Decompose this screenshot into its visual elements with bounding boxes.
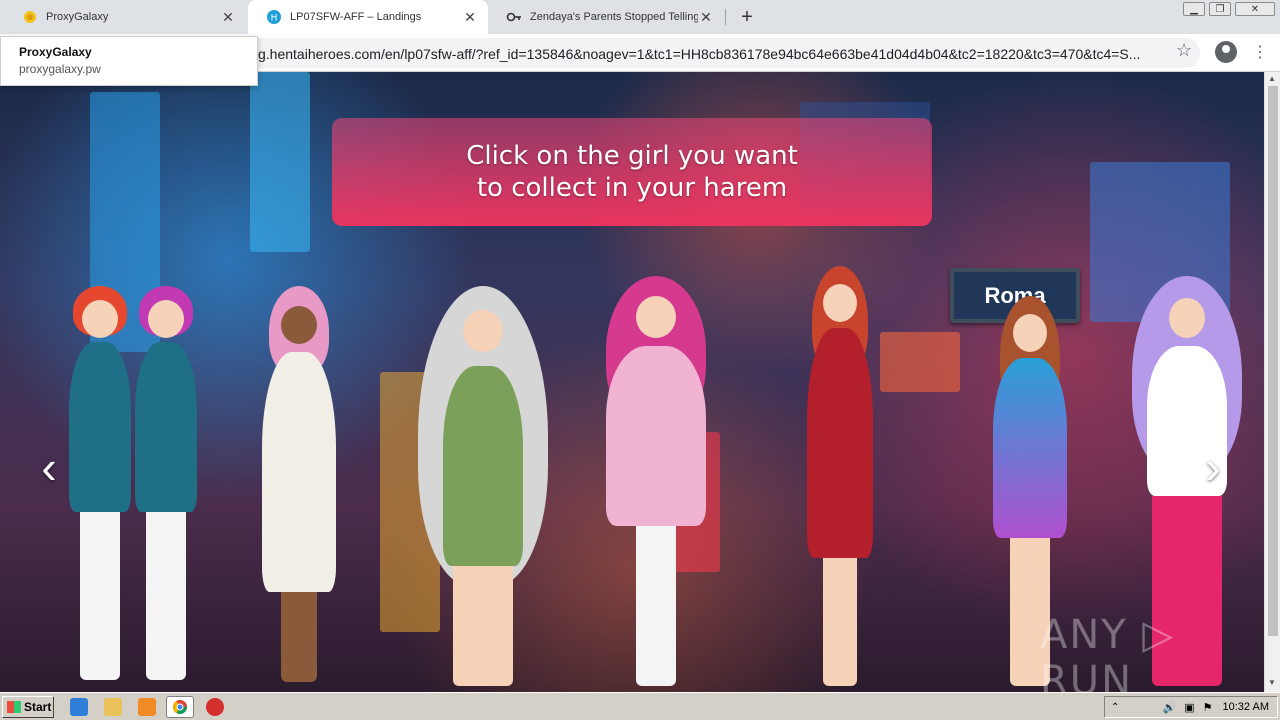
url-text: g.hentaiheroes.com/en/lp07sfw-aff/?ref_i…	[258, 46, 1141, 62]
tab-zendaya[interactable]: Zendaya's Parents Stopped Telling H ✕	[488, 0, 724, 34]
hover-card-domain: proxygalaxy.pw	[19, 62, 101, 76]
chrome-taskbar-button[interactable]	[166, 696, 194, 718]
tab-hover-card: ProxyGalaxy proxygalaxy.pw	[0, 36, 258, 86]
flag-icon[interactable]: ⚑	[1203, 701, 1213, 714]
banner-line-1: Click on the girl you want	[466, 141, 798, 171]
system-tray: ⌃ 🔊 ▣ ⚑ 10:32 AM	[1104, 696, 1278, 718]
tab-proxygalaxy[interactable]: ProxyGalaxy ✕	[4, 0, 246, 34]
media-player-icon[interactable]	[138, 698, 156, 716]
tab-title: Zendaya's Parents Stopped Telling H	[530, 11, 698, 23]
network-icon[interactable]: ▣	[1184, 701, 1194, 714]
new-tab-button[interactable]: +	[735, 5, 759, 29]
bg-neon-sign	[250, 72, 310, 252]
girl-option-catgirl[interactable]	[254, 286, 344, 686]
key-icon	[506, 9, 522, 25]
proxygalaxy-icon	[22, 9, 38, 25]
address-bar[interactable]: g.hentaiheroes.com/en/lp07sfw-aff/?ref_i…	[230, 38, 1200, 68]
vertical-scrollbar[interactable]: ▲ ▼	[1264, 72, 1280, 692]
folder-icon[interactable]	[104, 698, 122, 716]
page-viewport: Click on the girl you want to collect in…	[0, 72, 1264, 692]
close-window-button[interactable]: ✕	[1235, 2, 1275, 16]
tab-strip: ProxyGalaxy ✕ H LP07SFW-AFF – Landings ✕…	[0, 0, 1280, 34]
minimize-button[interactable]: ▁	[1183, 2, 1205, 16]
chrome-icon	[173, 700, 187, 714]
profile-avatar-icon[interactable]	[1215, 41, 1237, 63]
girl-option-pink-maid[interactable]	[596, 276, 716, 686]
hh-logo-icon: H	[266, 9, 282, 25]
start-label: Start	[24, 700, 52, 714]
windows-logo-icon	[7, 701, 21, 713]
volume-icon[interactable]: 🔊	[1163, 701, 1177, 714]
tab-title: LP07SFW-AFF – Landings	[290, 11, 422, 23]
windows-taskbar: Start ⌃ 🔊 ▣ ⚑ 10:32 AM	[0, 692, 1280, 720]
clock: 10:32 AM	[1222, 701, 1269, 713]
svg-text:H: H	[271, 14, 278, 24]
tab-title: ProxyGalaxy	[46, 11, 109, 23]
ie-icon[interactable]	[70, 698, 88, 716]
scroll-up-icon[interactable]: ▲	[1268, 74, 1276, 83]
girl-option-elf[interactable]	[408, 286, 558, 686]
maximize-button[interactable]: ❐	[1209, 2, 1231, 16]
tab-divider	[725, 9, 726, 25]
close-icon[interactable]: ✕	[698, 9, 714, 25]
carousel-next-arrow-icon[interactable]: ›	[1196, 441, 1230, 493]
bg-neon-sign	[880, 332, 960, 392]
carousel-prev-arrow-icon[interactable]: ‹	[32, 441, 66, 493]
scrollbar-thumb[interactable]	[1268, 86, 1278, 636]
close-icon[interactable]: ✕	[220, 9, 236, 25]
stop-icon[interactable]	[206, 698, 224, 716]
start-button[interactable]: Start	[2, 696, 54, 718]
banner-line-2: to collect in your harem	[476, 173, 788, 203]
tray-expand-icon[interactable]: ⌃	[1111, 702, 1119, 713]
girl-option-twins-right[interactable]	[126, 286, 206, 686]
anyrun-watermark: ANY ▷ RUN	[1040, 612, 1176, 692]
bookmark-star-icon[interactable]: ☆	[1176, 40, 1192, 61]
tab-landings[interactable]: H LP07SFW-AFF – Landings ✕	[248, 0, 488, 34]
scroll-down-icon[interactable]: ▼	[1268, 678, 1276, 687]
hover-card-title: ProxyGalaxy	[19, 45, 92, 59]
menu-kebab-icon[interactable]: ⋮	[1252, 42, 1268, 62]
close-icon[interactable]: ✕	[462, 9, 478, 25]
girl-option-red-dress[interactable]	[800, 266, 880, 686]
instruction-banner: Click on the girl you want to collect in…	[332, 118, 932, 226]
